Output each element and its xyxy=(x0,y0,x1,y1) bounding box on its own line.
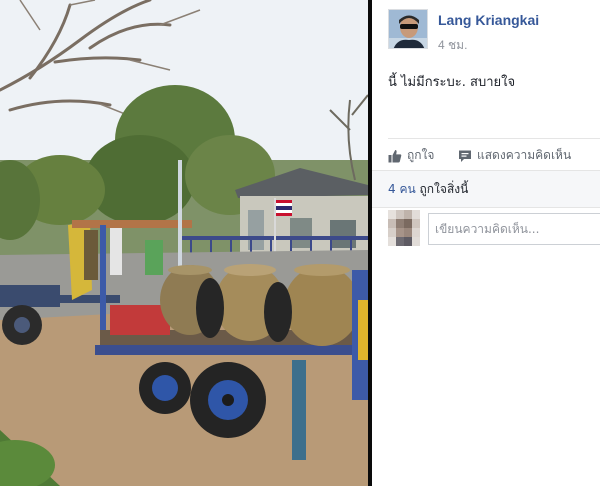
post-timestamp[interactable]: 4 ชม. xyxy=(438,36,467,55)
likes-summary: 4 คน ถูกใจสิ่งนี้ xyxy=(372,170,600,208)
action-bar: ถูกใจ แสดงความคิดเห็น xyxy=(388,138,600,170)
likes-text: 4 คน ถูกใจสิ่งนี้ xyxy=(388,180,468,199)
post-photo[interactable] xyxy=(0,0,368,486)
comment-button[interactable]: แสดงความคิดเห็น xyxy=(458,146,571,165)
post-text: นี้ ไม่มีกระบะ. สบายใจ xyxy=(388,75,516,90)
author-name[interactable]: Lang Kriangkai xyxy=(438,12,539,28)
blurred-avatar-icon xyxy=(388,210,420,246)
like-label: ถูกใจ xyxy=(407,148,435,162)
thai-flag-icon xyxy=(276,200,292,216)
comment-box xyxy=(428,213,600,245)
comment-input[interactable] xyxy=(429,214,600,244)
author-avatar[interactable] xyxy=(388,9,428,49)
speech-bubble-icon xyxy=(459,150,471,162)
person-with-sunglasses-icon xyxy=(389,10,427,48)
likes-label: ถูกใจสิ่งนี้ xyxy=(419,182,469,196)
commenter-avatar xyxy=(388,210,420,246)
comment-label: แสดงความคิดเห็น xyxy=(477,148,572,162)
like-button[interactable]: ถูกใจ xyxy=(388,146,434,165)
cart-with-clay-jars-image xyxy=(0,0,368,486)
post-pane: Lang Kriangkai 4 ชม. นี้ ไม่มีกระบะ. สบา… xyxy=(372,0,600,486)
likes-count[interactable]: 4 คน xyxy=(388,182,416,196)
thumbs-up-icon xyxy=(388,149,402,162)
